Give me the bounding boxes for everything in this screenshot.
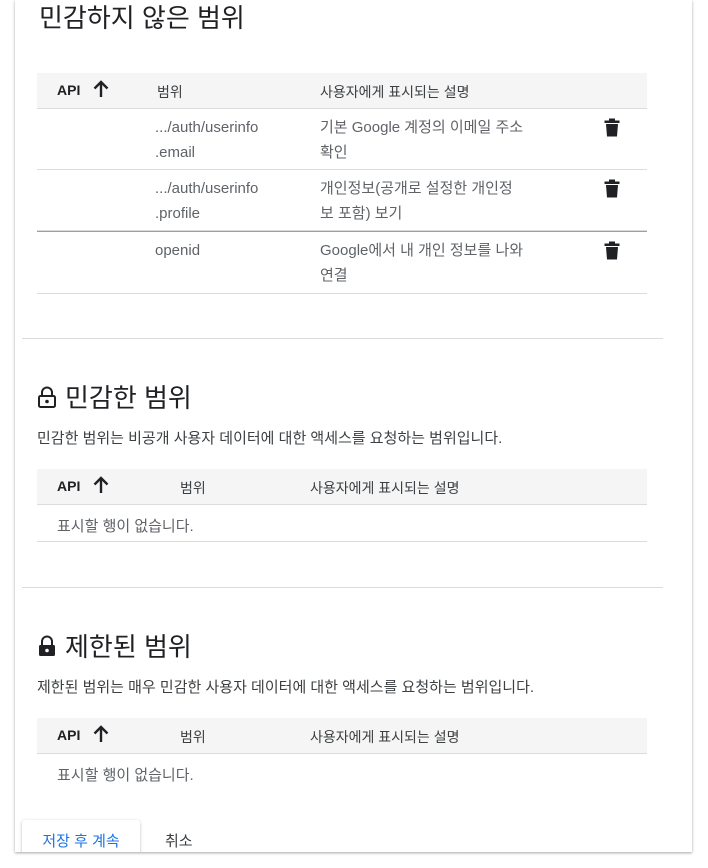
restricted-title: 제한된 범위 [65,632,192,662]
scope-cell: openid [155,242,201,259]
scope-column-header: 범위 [180,480,206,496]
save-continue-button[interactable]: 저장 후 계속 [22,820,140,852]
restricted-description: 제한된 범위는 매우 민감한 사용자 데이터에 대한 액세스를 요청하는 범위입… [37,679,535,696]
desc-cell: 개인정보(공개로 설정한 개인정 보 포함) 보기 [320,180,513,222]
section-divider [22,338,663,339]
desc-cell: Google에서 내 개인 정보를 나와 연결 [320,242,524,284]
table-header: API 범위 사용자에게 표시되는 설명 [37,718,647,754]
desc-column-header: 사용자에게 표시되는 설명 [320,84,470,100]
table-row: openid Google에서 내 개인 정보를 나와 연결 [37,231,647,294]
trash-icon[interactable] [604,179,620,198]
scopes-card: 민감하지 않은 범위 API 범위 사용자에게 표시되는 설명 .../auth… [15,0,692,852]
scope-column-header: 범위 [180,729,206,745]
api-column-header[interactable]: API [57,478,80,494]
sensitive-heading: 민감한 범위 [37,378,192,415]
arrow-up-icon[interactable] [92,724,110,744]
table-row: .../auth/userinfo .email 기본 Google 계정의 이메… [37,109,647,170]
lock-icon [39,635,55,656]
table-header: API 범위 사용자에게 표시되는 설명 [37,73,647,109]
api-column-header[interactable]: API [57,82,80,98]
table-header: API 범위 사용자에게 표시되는 설명 [37,469,647,505]
nonsensitive-title: 민감하지 않은 범위 [39,3,245,33]
scope-cell: .../auth/userinfo .email [155,119,259,161]
sensitive-title: 민감한 범위 [65,383,192,413]
scope-column-header: 범위 [157,84,183,100]
empty-message: 표시할 행이 없습니다. [57,767,194,784]
sensitive-description: 민감한 범위는 비공개 사용자 데이터에 대한 액세스를 요청하는 범위입니다. [37,430,503,447]
desc-column-header: 사용자에게 표시되는 설명 [310,729,460,745]
nonsensitive-table: API 범위 사용자에게 표시되는 설명 .../auth/userinfo .e… [37,73,647,294]
trash-icon[interactable] [604,118,620,137]
scope-cell: .../auth/userinfo .profile [155,180,259,222]
desc-cell: 기본 Google 계정의 이메일 주소 확인 [320,119,524,161]
sensitive-table: API 범위 사용자에게 표시되는 설명 표시할 행이 없습니다. [37,469,647,542]
cancel-button[interactable]: 취소 [165,830,193,851]
arrow-up-icon[interactable] [92,79,110,99]
arrow-up-icon[interactable] [92,475,110,495]
desc-column-header: 사용자에게 표시되는 설명 [310,480,460,496]
api-column-header[interactable]: API [57,727,80,743]
empty-message: 표시할 행이 없습니다. [57,518,194,535]
restricted-heading: 제한된 범위 [37,627,192,664]
trash-icon[interactable] [604,241,620,260]
empty-row: 표시할 행이 없습니다. [37,505,647,542]
restricted-table: API 범위 사용자에게 표시되는 설명 표시할 행이 없습니다. [37,718,647,790]
section-divider [22,587,663,588]
empty-row: 표시할 행이 없습니다. [37,754,647,790]
table-row: .../auth/userinfo .profile 개인정보(공개로 설정한 개… [37,170,647,231]
lock-open-icon [38,386,56,408]
